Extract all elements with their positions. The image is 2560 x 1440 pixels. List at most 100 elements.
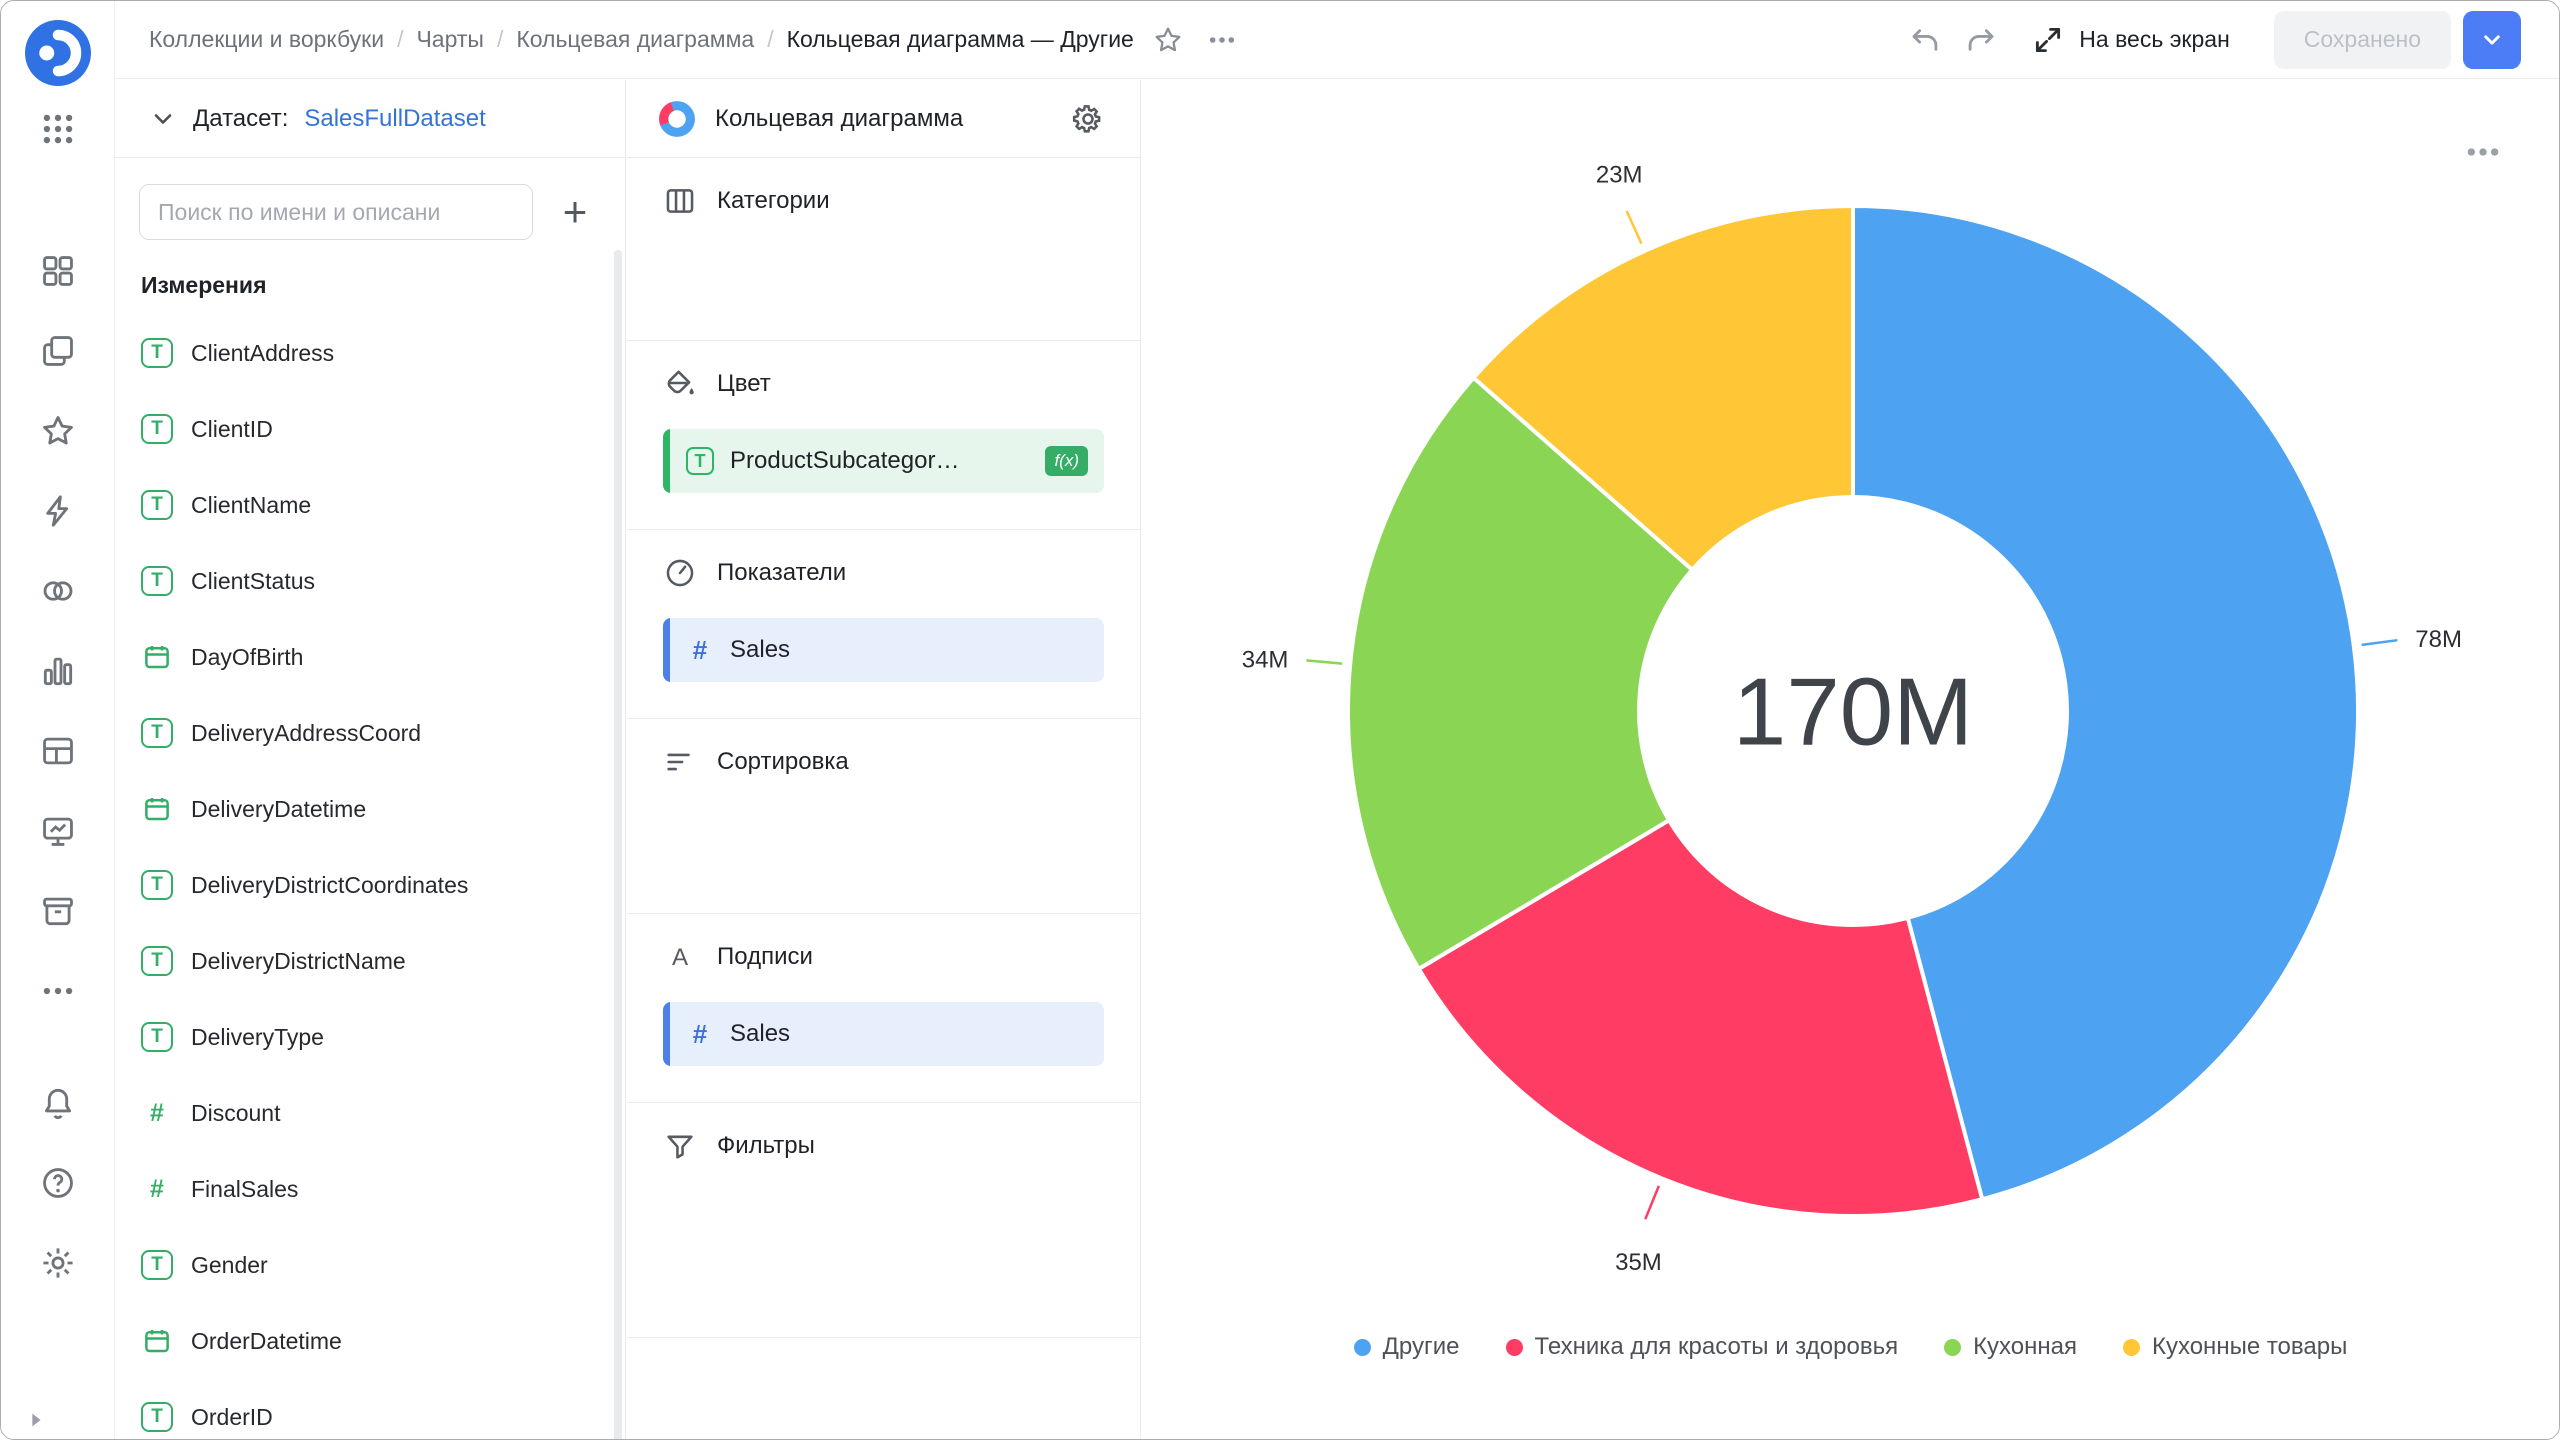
slice-label-connector	[2362, 640, 2398, 645]
section-label: Цвет	[717, 370, 771, 398]
chart-type-header: Кольцевая диаграмма	[627, 80, 1140, 158]
section-label: Сортировка	[717, 748, 849, 776]
field-row[interactable]: #Discount	[115, 1075, 625, 1151]
field-row[interactable]: #FinalSales	[115, 1151, 625, 1227]
more-icon[interactable]	[36, 969, 80, 1013]
favorite-star-icon[interactable]	[1152, 24, 1184, 56]
field-row[interactable]: T ClientAddress	[115, 315, 625, 391]
text-field-icon: T	[686, 447, 714, 475]
table-icon[interactable]	[36, 729, 80, 773]
field-row[interactable]: TDeliveryAddressCoord	[115, 695, 625, 771]
slice-value-label: 34M	[1242, 647, 1289, 674]
legend-item[interactable]: Техника для красоты и здоровья	[1506, 1333, 1899, 1361]
text-field-icon: T	[141, 490, 173, 520]
field-row[interactable]: TClientName	[115, 467, 625, 543]
chip-field-name: Sales	[730, 1020, 1088, 1048]
saved-button[interactable]: Сохранено	[2274, 11, 2451, 69]
field-name: ClientAddress	[191, 340, 334, 367]
legend-item[interactable]: Кухонная	[1944, 1333, 2077, 1361]
breadcrumb-more-icon[interactable]	[1206, 24, 1238, 56]
breadcrumb-item[interactable]: Коллекции и воркбуки	[149, 26, 384, 53]
legend-label: Другие	[1383, 1333, 1460, 1361]
measures-dropzone[interactable]: #Sales	[663, 618, 1104, 682]
collapse-rail-icon[interactable]	[25, 1409, 47, 1431]
datalens-logo-icon[interactable]	[22, 17, 94, 89]
legend-label: Кухонные товары	[2152, 1333, 2347, 1361]
chart-preview-area: 78M35M34M23M170M ДругиеТехника для красо…	[1142, 80, 2559, 1439]
donut-chart-icon[interactable]	[657, 99, 697, 139]
color-dropzone[interactable]: TProductSubcategor…f(x)	[663, 429, 1104, 493]
field-chip[interactable]: TProductSubcategor…f(x)	[663, 429, 1104, 493]
text-field-icon: T	[141, 1402, 173, 1432]
sort-icon	[663, 745, 697, 779]
dropzone-space[interactable]	[663, 244, 1104, 340]
dropzone-space[interactable]	[663, 805, 1104, 913]
chart-type-title: Кольцевая диаграмма	[715, 105, 1048, 133]
dropzone-space[interactable]	[663, 1189, 1104, 1337]
help-icon[interactable]	[36, 1161, 80, 1205]
breadcrumb: Коллекции и воркбуки/Чарты/Кольцевая диа…	[149, 26, 1134, 53]
bolt-icon[interactable]	[36, 489, 80, 533]
monitor-icon[interactable]	[36, 809, 80, 853]
breadcrumb-item[interactable]: Кольцевая диаграмма	[516, 26, 754, 53]
legend-dot-icon	[1944, 1339, 1961, 1356]
bar-chart-icon[interactable]	[36, 649, 80, 693]
field-row[interactable]: TOrderID	[115, 1379, 625, 1439]
paint-bucket-icon	[663, 367, 697, 401]
labels-dropzone[interactable]: #Sales	[663, 1002, 1104, 1066]
legend-item[interactable]: Другие	[1354, 1333, 1460, 1361]
dataset-header: Датасет: SalesFullDataset	[115, 80, 625, 158]
slice-value-label: 23M	[1596, 161, 1643, 188]
field-search-input[interactable]	[139, 184, 533, 240]
field-row[interactable]: TClientStatus	[115, 543, 625, 619]
add-field-button[interactable]: +	[549, 186, 601, 238]
scrollbar-thumb[interactable]	[614, 250, 622, 1439]
slice-label-connector	[1645, 1186, 1659, 1219]
field-chip[interactable]: #Sales	[663, 618, 1104, 682]
star-icon[interactable]	[36, 409, 80, 453]
dataset-name-link[interactable]: SalesFullDataset	[304, 105, 485, 133]
field-row[interactable]: TGender	[115, 1227, 625, 1303]
fullscreen-button[interactable]: На весь экран	[2031, 23, 2230, 57]
apps-menu-icon[interactable]	[36, 107, 80, 151]
bell-icon[interactable]	[36, 1081, 80, 1125]
text-field-icon: T	[141, 338, 173, 368]
field-row[interactable]: DayOfBirth	[115, 619, 625, 695]
redo-icon[interactable]	[1959, 18, 2003, 62]
grid-icon[interactable]	[36, 249, 80, 293]
chart-settings-gear-icon[interactable]	[1066, 97, 1110, 141]
breadcrumb-item[interactable]: Чарты	[416, 26, 483, 53]
field-row[interactable]: TDeliveryDistrictName	[115, 923, 625, 999]
chevron-down-icon	[2477, 25, 2507, 55]
field-chip[interactable]: #Sales	[663, 1002, 1104, 1066]
field-row[interactable]: OrderDatetime	[115, 1303, 625, 1379]
field-row[interactable]: TDeliveryType	[115, 999, 625, 1075]
links-icon[interactable]	[36, 569, 80, 613]
chart-config-panel: Кольцевая диаграмма Категории Цвет TProd…	[627, 80, 1141, 1439]
storage-icon[interactable]	[36, 889, 80, 933]
fullscreen-icon	[2031, 23, 2065, 57]
section-categories: Категории	[627, 158, 1140, 341]
legend-item[interactable]: Кухонные товары	[2123, 1333, 2347, 1361]
nav-rail	[1, 1, 115, 1439]
app-window: Коллекции и воркбуки/Чарты/Кольцевая диа…	[0, 0, 2560, 1440]
field-row[interactable]: DeliveryDatetime	[115, 771, 625, 847]
pages-icon[interactable]	[36, 329, 80, 373]
text-field-icon: T	[141, 946, 173, 976]
gear-icon[interactable]	[36, 1241, 80, 1285]
fullscreen-label: На весь экран	[2079, 26, 2230, 53]
field-row[interactable]: TDeliveryDistrictCoordinates	[115, 847, 625, 923]
field-name: ClientID	[191, 416, 273, 443]
legend-dot-icon	[1354, 1339, 1371, 1356]
chart-menu-icon[interactable]	[2463, 132, 2503, 172]
donut-total-label: 170M	[1733, 659, 1973, 766]
chevron-down-icon[interactable]	[149, 105, 177, 133]
funnel-icon	[663, 1129, 697, 1163]
field-name: DayOfBirth	[191, 644, 303, 671]
dataset-panel: Датасет: SalesFullDataset + Измерения TC…	[115, 80, 626, 1439]
field-row[interactable]: TClientID	[115, 391, 625, 467]
number-field-icon: #	[686, 635, 714, 666]
section-label: Категории	[717, 187, 830, 215]
undo-icon[interactable]	[1903, 18, 1947, 62]
save-dropdown-button[interactable]	[2463, 11, 2521, 69]
